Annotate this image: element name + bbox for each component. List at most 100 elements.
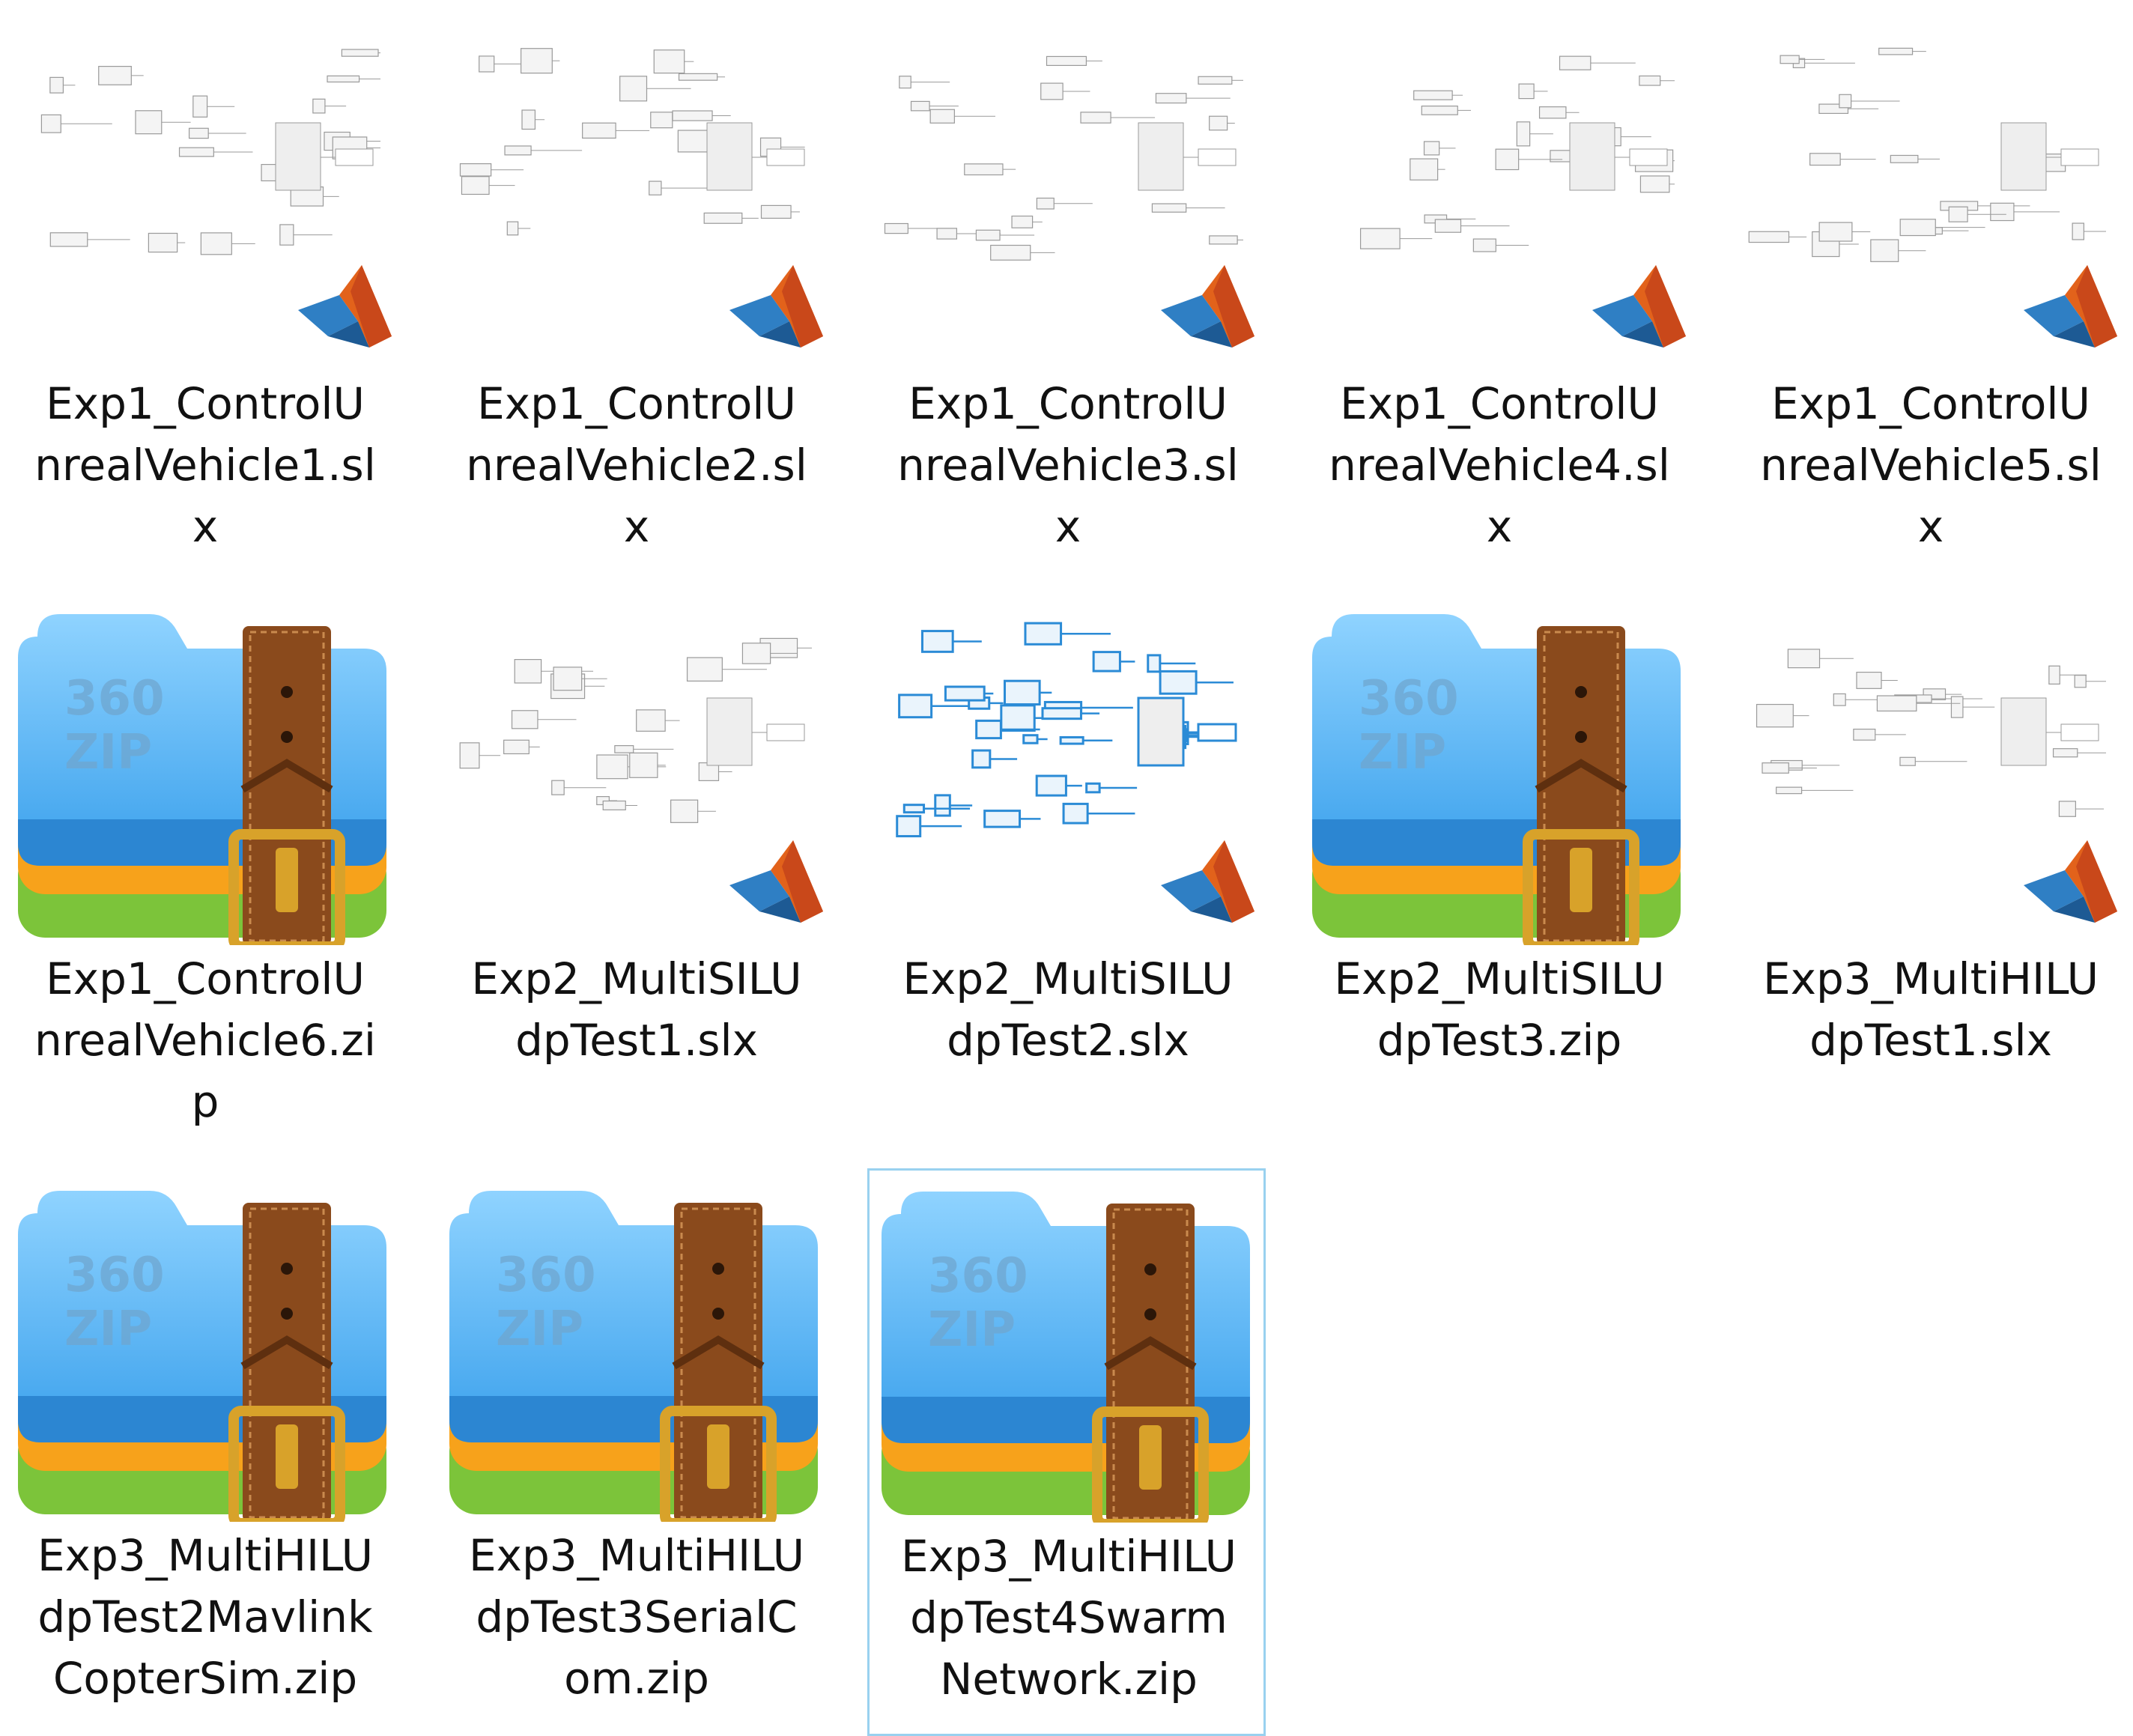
file-item[interactable]: 360 ZIP Exp3_MultiHILU dpTest4Swarm Network.… (867, 1168, 1266, 1736)
slx-file-thumbnail[interactable] (869, 593, 1267, 945)
file-name-line: nrealVehicle6.zi (34, 1015, 376, 1066)
file-name-line: nrealVehicle5.sl (1760, 440, 2102, 491)
file-name-line: dpTest1.slx (1809, 1015, 2052, 1066)
file-name-label[interactable]: Exp3_MultiHILU dpTest2Mavlink CopterSim.zi… (6, 1525, 404, 1709)
file-item[interactable]: 360 ZIP Exp2_MultiSILU dpTest3.zip (1299, 592, 1697, 1159)
file-name-line: dpTest2Mavlink (37, 1591, 373, 1642)
file-name-line: om.zip (564, 1653, 709, 1704)
360zip-archive-icon: 360ZIP (882, 1192, 1250, 1523)
model-diagram-thumbnail (884, 55, 1243, 261)
file-item[interactable]: 360 ZIP Exp3_MultiHILU dpTest2Mavlink Copter… (4, 1168, 403, 1736)
file-name-line: Exp1_ControlU (46, 953, 365, 1004)
file-item[interactable]: Exp3_MultiHILU dpTest1.slx (1730, 592, 2129, 1159)
file-name-line: x (1917, 501, 1944, 552)
zip-badge-text-360: 360 (64, 1248, 165, 1303)
file-name-line: Exp1_ControlU (908, 378, 1228, 429)
matlab-logo-icon (729, 265, 823, 347)
slx-file-thumbnail[interactable] (869, 18, 1267, 370)
file-name-line: Exp3_MultiHILU (37, 1530, 374, 1581)
zip-file-icon[interactable]: 360 ZIP (6, 1170, 404, 1522)
model-diagram-thumbnail (1756, 649, 2106, 817)
file-name-line: Exp2_MultiSILU (471, 953, 802, 1004)
file-name-line: x (192, 501, 219, 552)
file-name-line: nrealVehicle4.sl (1329, 440, 1670, 491)
file-name-line: dpTest2.slx (947, 1015, 1189, 1066)
360zip-archive-icon: 360ZIP (18, 614, 386, 945)
file-name-label[interactable]: Exp1_ControlU nrealVehicle2.sl x (437, 373, 836, 557)
file-name-line: Network.zip (940, 1654, 1198, 1705)
zip-file-icon[interactable]: 360 ZIP (6, 593, 404, 945)
model-diagram-thumbnail (896, 622, 1237, 838)
zip-file-icon[interactable]: 360 ZIP (1300, 593, 1699, 945)
file-name-line: Exp1_ControlU (1771, 378, 2090, 429)
file-name-line: Exp3_MultiHILU (900, 1531, 1237, 1582)
file-name-line: Exp2_MultiSILU (902, 953, 1234, 1004)
file-name-label[interactable]: Exp1_ControlU nrealVehicle5.sl x (1732, 373, 2130, 557)
matlab-logo-icon (729, 840, 823, 923)
file-name-line: dpTest4Swarm (910, 1592, 1228, 1643)
file-name-label[interactable]: Exp1_ControlU nrealVehicle1.sl x (6, 373, 404, 557)
file-name-line: x (1055, 501, 1081, 552)
file-item[interactable]: Exp1_ControlU nrealVehicle4.sl x (1299, 16, 1697, 584)
model-diagram-thumbnail (459, 637, 812, 823)
file-name-line: nrealVehicle2.sl (466, 440, 807, 491)
model-diagram-thumbnail (40, 49, 380, 255)
file-icon-grid: Exp1_ControlU nrealVehicle1.sl x Exp1_Contr… (0, 0, 2133, 1736)
matlab-logo-icon (2024, 265, 2117, 347)
360zip-archive-icon: 360ZIP (1312, 614, 1681, 945)
file-name-line: nrealVehicle3.sl (897, 440, 1239, 491)
file-name-label[interactable]: Exp3_MultiHILU dpTest3SerialC om.zip (437, 1525, 836, 1709)
zip-badge-text-360: 360 (928, 1248, 1028, 1304)
slx-file-thumbnail[interactable] (6, 18, 404, 370)
slx-file-thumbnail[interactable] (1300, 18, 1699, 370)
file-name-label[interactable]: Exp2_MultiSILU dpTest2.slx (869, 948, 1267, 1071)
matlab-logo-icon (1161, 840, 1254, 923)
file-name-line: dpTest3SerialC (476, 1591, 798, 1642)
matlab-logo-icon (2024, 840, 2117, 923)
model-diagram-thumbnail (459, 48, 805, 236)
matlab-logo-icon (298, 265, 392, 347)
matlab-logo-icon (1592, 265, 1686, 347)
file-item[interactable]: Exp2_MultiSILU dpTest1.slx (436, 592, 834, 1159)
zip-badge-text-zip: ZIP (496, 1302, 583, 1357)
file-name-line: p (191, 1076, 219, 1127)
model-diagram-thumbnail (1748, 47, 2106, 262)
file-name-line: nrealVehicle1.sl (34, 440, 376, 491)
file-name-line: Exp1_ControlU (46, 378, 365, 429)
360zip-archive-icon: 360ZIP (449, 1191, 818, 1522)
file-item[interactable]: Exp1_ControlU nrealVehicle1.sl x (4, 16, 403, 584)
file-item[interactable]: Exp2_MultiSILU dpTest2.slx (867, 592, 1266, 1159)
file-item[interactable]: Exp1_ControlU nrealVehicle2.sl x (436, 16, 834, 584)
file-item[interactable]: Exp1_ControlU nrealVehicle3.sl x (867, 16, 1266, 584)
zip-badge-text-zip: ZIP (928, 1302, 1016, 1358)
zip-badge-text-360: 360 (64, 671, 165, 726)
matlab-logo-icon (1161, 265, 1254, 347)
file-name-label[interactable]: Exp3_MultiHILU dpTest4Swarm Network.zip (870, 1526, 1268, 1710)
zip-file-icon[interactable]: 360 ZIP (870, 1171, 1268, 1523)
file-name-label[interactable]: Exp2_MultiSILU dpTest3.zip (1300, 948, 1699, 1071)
file-item[interactable]: Exp1_ControlU nrealVehicle5.sl x (1730, 16, 2129, 584)
file-name-line: Exp1_ControlU (477, 378, 796, 429)
file-name-label[interactable]: Exp3_MultiHILU dpTest1.slx (1732, 948, 2130, 1071)
zip-badge-text-360: 360 (1359, 671, 1459, 726)
zip-badge-text-zip: ZIP (64, 1302, 152, 1357)
file-name-label[interactable]: Exp1_ControlU nrealVehicle6.zi p (6, 948, 404, 1132)
file-name-line: x (623, 501, 650, 552)
file-name-line: Exp2_MultiSILU (1334, 953, 1665, 1004)
file-item[interactable]: 360 ZIP Exp3_MultiHILU dpTest3SerialC om.zip (436, 1168, 834, 1736)
zip-badge-text-360: 360 (496, 1248, 596, 1303)
slx-file-thumbnail[interactable] (437, 593, 836, 945)
file-name-label[interactable]: Exp1_ControlU nrealVehicle4.sl x (1300, 373, 1699, 557)
file-name-label[interactable]: Exp2_MultiSILU dpTest1.slx (437, 948, 836, 1071)
model-diagram-thumbnail (1359, 55, 1675, 252)
file-name-line: dpTest3.zip (1377, 1015, 1622, 1066)
slx-file-thumbnail[interactable] (1732, 18, 2130, 370)
file-item[interactable]: 360 ZIP Exp1_ControlU nrealVehicle6.zi p (4, 592, 403, 1159)
zip-badge-text-zip: ZIP (64, 725, 152, 780)
file-name-label[interactable]: Exp1_ControlU nrealVehicle3.sl x (869, 373, 1267, 557)
file-name-line: Exp1_ControlU (1340, 378, 1659, 429)
zip-file-icon[interactable]: 360 ZIP (437, 1170, 836, 1522)
slx-file-thumbnail[interactable] (1732, 593, 2130, 945)
file-name-line: x (1486, 501, 1513, 552)
slx-file-thumbnail[interactable] (437, 18, 836, 370)
